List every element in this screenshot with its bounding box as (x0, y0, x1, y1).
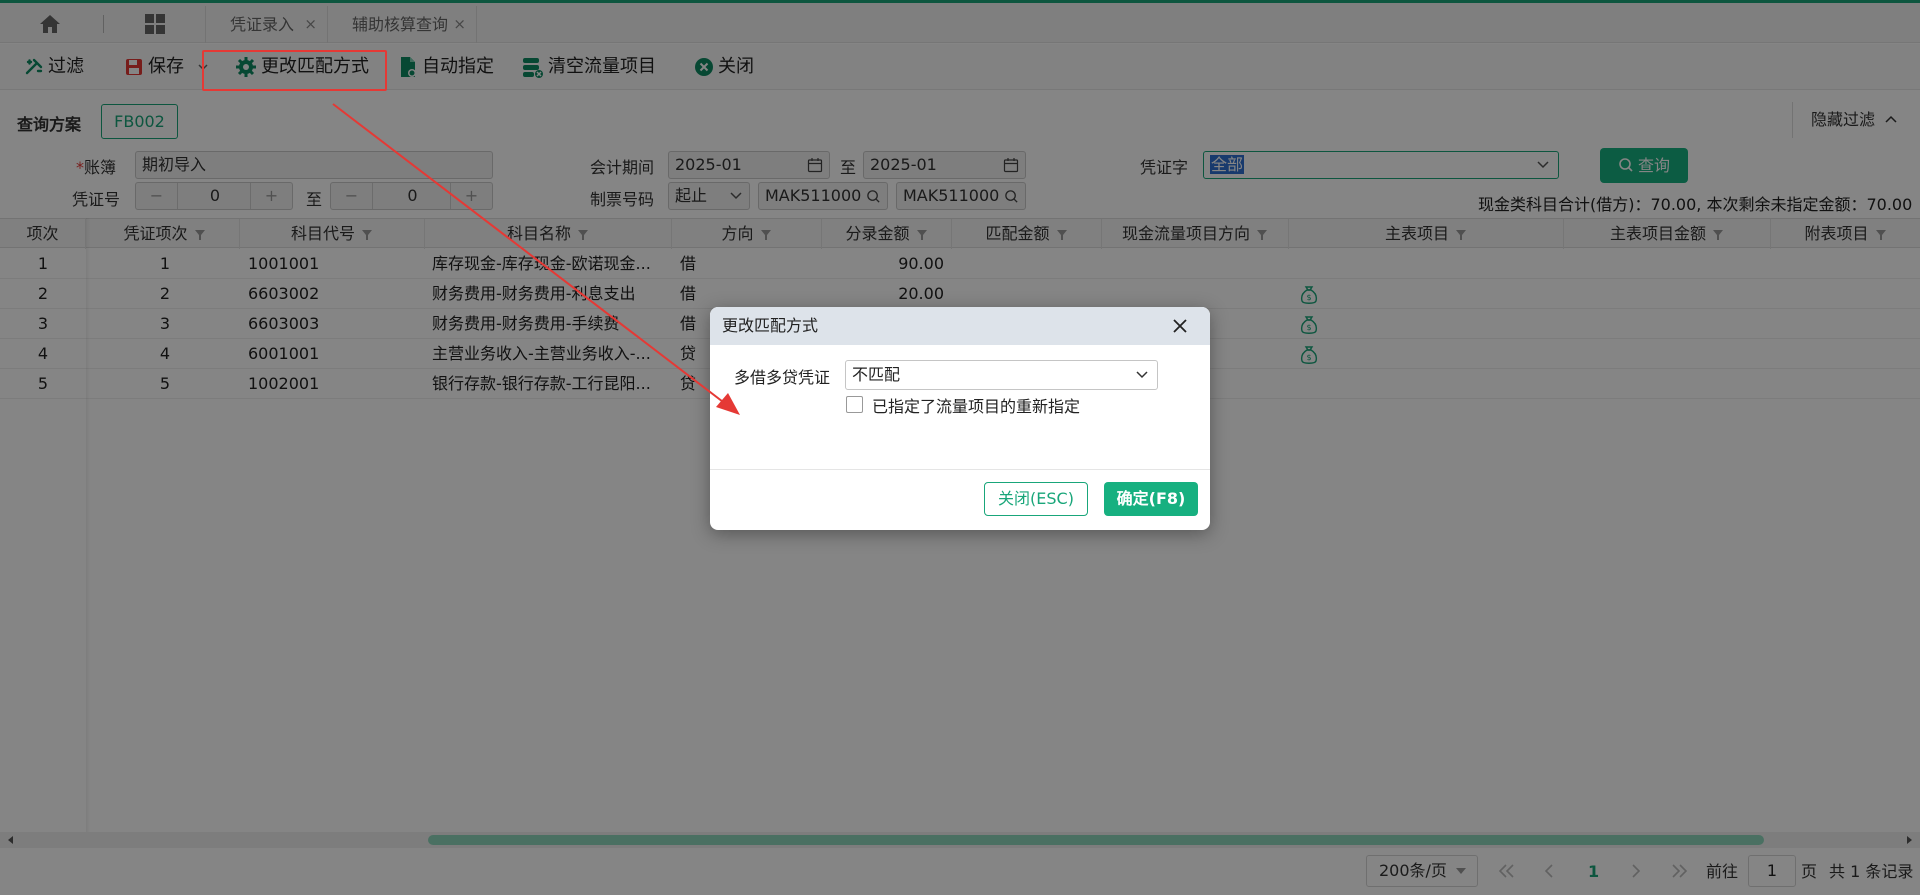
dialog-divider (710, 469, 1210, 470)
dialog-ok-button[interactable]: 确定(F8) (1104, 482, 1198, 516)
dialog-close-button[interactable]: 关闭(ESC) (984, 482, 1088, 516)
highlight-box (202, 50, 387, 91)
change-match-dialog: 更改匹配方式 多借多贷凭证 不匹配 已指定了流量项目的重新指定 关闭(ESC) … (710, 307, 1210, 530)
match-mode-select[interactable]: 不匹配 (845, 360, 1158, 390)
chevron-down-icon (1136, 371, 1148, 379)
dialog-header: 更改匹配方式 (710, 307, 1210, 345)
reassign-checkbox[interactable] (846, 396, 863, 413)
close-icon[interactable] (1172, 318, 1188, 334)
reassign-checkbox-label: 已指定了流量项目的重新指定 (872, 397, 1081, 416)
multi-debit-credit-label: 多借多贷凭证 (734, 368, 831, 387)
dialog-title: 更改匹配方式 (722, 316, 819, 335)
